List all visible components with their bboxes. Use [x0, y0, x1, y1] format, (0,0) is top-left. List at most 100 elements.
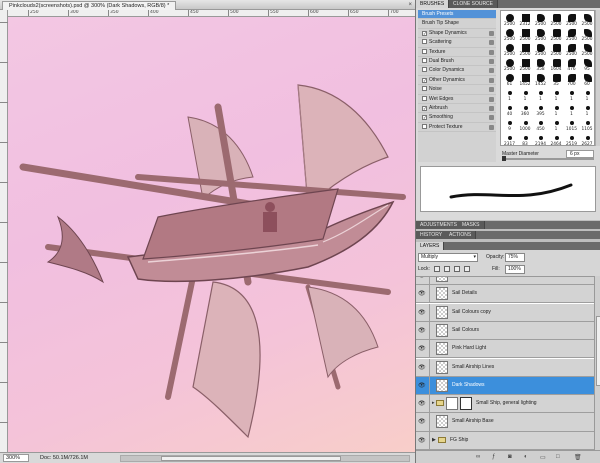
lock-pixels-icon[interactable]: [444, 266, 450, 272]
ruler-horizontal[interactable]: 250 300 350 400 450 500 550 600 650 700: [8, 10, 415, 17]
checkbox[interactable]: [422, 39, 427, 45]
layer-row[interactable]: 👁 Small Airship Lines: [416, 358, 594, 377]
brush-setting-noise[interactable]: Noise: [418, 85, 496, 95]
lock-icon[interactable]: [489, 68, 494, 74]
checkbox[interactable]: ✓: [422, 30, 427, 36]
ruler-vertical[interactable]: [0, 10, 8, 452]
brush-setting-other-dynamics[interactable]: ✓ Other Dynamics: [418, 76, 496, 86]
brush-setting-scattering[interactable]: Scattering: [418, 38, 496, 48]
checkbox[interactable]: [422, 95, 427, 101]
brush-preset[interactable]: 2627: [580, 132, 595, 145]
eye-icon[interactable]: 👁: [418, 419, 427, 425]
layer-row[interactable]: 👁 Sail Colours: [416, 321, 594, 341]
eye-icon[interactable]: 👁: [418, 277, 427, 279]
lock-transparency-icon[interactable]: [434, 266, 440, 272]
brush-setting-protect-texture[interactable]: Protect Texture: [418, 123, 496, 133]
brush-preset[interactable]: 83: [518, 132, 533, 145]
lock-icon[interactable]: [489, 77, 494, 83]
layer-thumbnail[interactable]: [436, 378, 448, 392]
visibility-toggle[interactable]: 👁: [416, 376, 430, 394]
lock-icon[interactable]: [489, 40, 494, 46]
brush-setting-texture[interactable]: Texture: [418, 48, 496, 57]
visibility-toggle[interactable]: 👁: [416, 285, 430, 303]
lock-icon[interactable]: [489, 105, 494, 111]
master-diameter-slider[interactable]: [502, 156, 594, 161]
opacity-input[interactable]: 75%: [505, 253, 525, 262]
visibility-toggle[interactable]: 👁: [416, 321, 430, 340]
visibility-toggle[interactable]: 👁: [416, 340, 430, 358]
checkbox[interactable]: [422, 86, 427, 92]
master-diameter-input[interactable]: 6 px: [566, 150, 594, 158]
checkbox[interactable]: [422, 67, 427, 73]
canvas[interactable]: [8, 17, 415, 452]
expand-arrow-icon[interactable]: ▸: [432, 400, 435, 406]
tab-brushes[interactable]: BRUSHES: [416, 0, 450, 8]
brush-preset[interactable]: 2519: [564, 132, 579, 145]
layer-group-row[interactable]: 👁 ▶ FG Ship: [416, 431, 594, 450]
tab-actions[interactable]: ACTIONS: [445, 231, 477, 239]
close-icon[interactable]: ×: [408, 1, 412, 9]
lock-all-icon[interactable]: [464, 266, 470, 272]
eye-icon[interactable]: 👁: [418, 310, 427, 316]
layer-row[interactable]: 👁 Dark Shadows: [416, 376, 594, 395]
layer-thumbnail[interactable]: [436, 287, 448, 301]
lock-icon[interactable]: [489, 49, 494, 55]
doc-size-info[interactable]: Doc: 50.1M/726.1M: [40, 454, 88, 462]
lock-icon[interactable]: [489, 58, 494, 64]
brush-preset[interactable]: 2317: [502, 132, 517, 145]
document-tab[interactable]: Pinkclouds2(screenshots).psd @ 300% (Dar…: [2, 1, 177, 10]
lock-icon[interactable]: [489, 124, 494, 130]
visibility-toggle[interactable]: 👁: [416, 413, 430, 431]
layer-thumbnail[interactable]: [436, 277, 448, 282]
layer-row[interactable]: 👁 Sail Details: [416, 285, 594, 304]
scrollbar-thumb[interactable]: [596, 316, 600, 386]
new-layer-icon[interactable]: □: [556, 454, 560, 460]
checkbox[interactable]: ✓: [422, 105, 427, 111]
eye-icon[interactable]: 👁: [418, 438, 427, 444]
tab-adjustments[interactable]: ADJUSTMENTS: [416, 221, 462, 229]
layer-row[interactable]: 👁 Sail Colours copy: [416, 303, 594, 322]
eye-icon[interactable]: 👁: [418, 401, 427, 407]
brush-setting-brush-tip-shape[interactable]: Brush Tip Shape: [418, 19, 496, 29]
checkbox[interactable]: [422, 48, 427, 54]
visibility-toggle[interactable]: 👁: [416, 431, 430, 449]
layer-style-icon[interactable]: ƒ: [492, 454, 495, 460]
add-mask-icon[interactable]: ◙: [508, 454, 512, 460]
layer-thumbnail[interactable]: [436, 323, 448, 337]
visibility-toggle[interactable]: 👁: [416, 358, 430, 376]
lock-icon[interactable]: [489, 87, 494, 93]
visibility-toggle[interactable]: 👁: [416, 303, 430, 321]
layer-thumbnail[interactable]: [436, 360, 448, 374]
lock-icon[interactable]: [489, 115, 494, 121]
checkbox[interactable]: ✓: [422, 115, 427, 121]
eye-icon[interactable]: 👁: [418, 328, 427, 334]
brush-setting-smoothing[interactable]: ✓ Smoothing: [418, 113, 496, 123]
layer-row[interactable]: 👁 ▸ Small Ship, general lighting: [416, 395, 594, 414]
tab-masks[interactable]: MASKS: [458, 221, 485, 229]
checkbox[interactable]: [422, 57, 427, 63]
layer-row[interactable]: 👁: [416, 277, 594, 286]
visibility-toggle[interactable]: 👁: [416, 395, 430, 413]
brush-setting-shape-dynamics[interactable]: ✓ Shape Dynamics: [418, 29, 496, 39]
adjustment-layer-icon[interactable]: ◐: [524, 454, 528, 460]
visibility-toggle[interactable]: 👁: [416, 277, 430, 285]
eye-icon[interactable]: 👁: [418, 365, 427, 371]
brush-grid-scrollbar[interactable]: [595, 10, 600, 146]
tab-history[interactable]: HISTORY: [416, 231, 448, 239]
layer-list-scrollbar[interactable]: [594, 276, 600, 450]
brush-setting-wet-edges[interactable]: Wet Edges: [418, 95, 496, 104]
scrollbar-thumb[interactable]: [161, 456, 341, 461]
brush-preset[interactable]: 2464: [549, 132, 564, 145]
delete-layer-icon[interactable]: 🗑: [574, 454, 582, 461]
brush-setting-color-dynamics[interactable]: Color Dynamics: [418, 66, 496, 76]
horizontal-scrollbar[interactable]: [120, 455, 410, 462]
tab-clone-source[interactable]: CLONE SOURCE: [449, 0, 499, 8]
fill-input[interactable]: 100%: [505, 265, 525, 274]
blend-mode-select[interactable]: Multiply: [418, 253, 478, 262]
slider-knob[interactable]: [502, 156, 506, 161]
lock-icon[interactable]: [489, 30, 494, 36]
lock-icon[interactable]: [489, 96, 494, 102]
lock-position-icon[interactable]: [454, 266, 460, 272]
brush-setting-brush-presets[interactable]: Brush Presets: [418, 10, 496, 20]
layer-thumbnail[interactable]: [436, 342, 448, 356]
